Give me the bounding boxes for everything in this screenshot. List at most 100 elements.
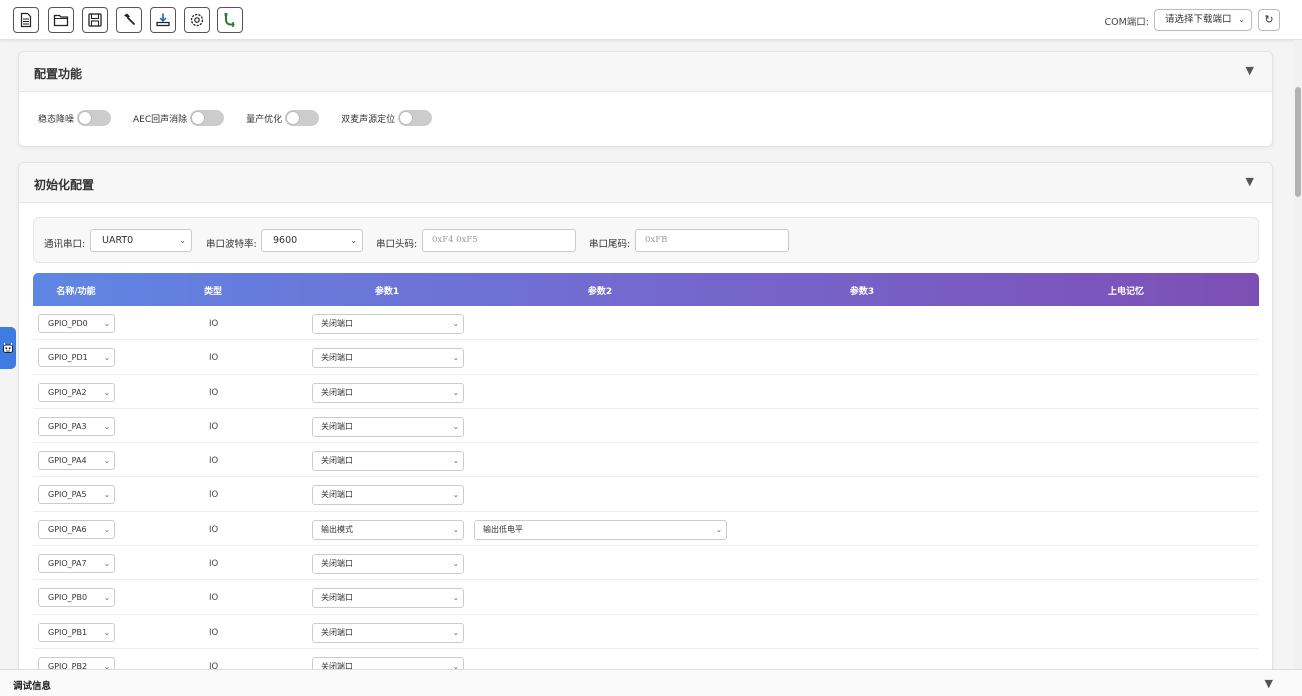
param1-select[interactable]: 关闭端口 ⌄ bbox=[312, 416, 464, 437]
param2-value: 输出低电平 bbox=[483, 524, 523, 534]
chevron-down-icon: ⌄ bbox=[350, 236, 357, 245]
toggle-switch[interactable] bbox=[77, 110, 112, 126]
gpio-name-select[interactable]: GPIO_PA6 ⌄ bbox=[38, 519, 115, 539]
new-file-button[interactable] bbox=[13, 7, 39, 33]
serial-settings: 通讯串口: UART0 ⌄ 串口波特率: 9600 ⌄ 串口头码: 0xF4 0… bbox=[33, 217, 1259, 263]
toggle-aec: AEC回声消除 bbox=[133, 110, 225, 126]
gpio-type: IO bbox=[209, 456, 219, 467]
chevron-down-icon: ⌄ bbox=[103, 490, 110, 500]
param1-select[interactable]: 关闭端口 ⌄ bbox=[312, 451, 464, 472]
gpio-name-select[interactable]: GPIO_PD0 ⌄ bbox=[38, 314, 115, 333]
open-folder-button[interactable] bbox=[48, 7, 74, 33]
save-button[interactable] bbox=[82, 7, 108, 33]
toggle-switch[interactable] bbox=[190, 110, 225, 126]
toggle-knob bbox=[191, 111, 206, 125]
config-panel: 配置功能 ▼ 稳态降噪 AEC回声消除 量产优化 双麦声源定位 bbox=[18, 51, 1273, 147]
toggle-label: 双麦声源定位 bbox=[341, 114, 396, 125]
tail-code-input[interactable]: 0xFB bbox=[635, 229, 789, 252]
gpio-name-select[interactable]: GPIO_PA4 ⌄ bbox=[38, 451, 115, 471]
settings-button[interactable] bbox=[184, 7, 210, 33]
chevron-down-icon: ⌄ bbox=[103, 387, 110, 397]
download-icon bbox=[156, 13, 170, 27]
build-button[interactable] bbox=[116, 7, 142, 33]
toggle-switch[interactable] bbox=[285, 110, 320, 126]
gpio-name-select[interactable]: GPIO_PA2 ⌄ bbox=[38, 382, 115, 402]
table-row: GPIO_PA3 ⌄ IO 关闭端口 ⌄ bbox=[33, 408, 1259, 444]
debug-button[interactable] bbox=[217, 7, 243, 33]
gpio-name-value: GPIO_PD1 bbox=[48, 353, 88, 363]
table-row: GPIO_PB0 ⌄ IO 关闭端口 ⌄ bbox=[33, 580, 1259, 615]
collapse-arrow-icon[interactable]: ▼ bbox=[1246, 175, 1254, 188]
chevron-down-icon: ⌄ bbox=[1238, 15, 1245, 24]
param1-select[interactable]: 输出模式 ⌄ bbox=[312, 519, 464, 540]
toggle-label: 稳态降噪 bbox=[38, 114, 75, 125]
column-header: 类型 bbox=[203, 287, 223, 297]
gpio-name-value: GPIO_PB1 bbox=[48, 627, 88, 637]
com-port-select[interactable]: 请选择下载端口 ⌄ bbox=[1154, 9, 1252, 31]
gpio-name-select[interactable]: GPIO_PD1 ⌄ bbox=[38, 348, 115, 368]
chevron-down-icon: ⌄ bbox=[103, 353, 110, 363]
gpio-type: IO bbox=[209, 593, 219, 604]
folder-icon bbox=[53, 14, 69, 27]
chevron-down-icon: ⌄ bbox=[452, 387, 459, 397]
gear-icon bbox=[190, 13, 204, 27]
param1-select[interactable]: 关闭端口 ⌄ bbox=[312, 485, 464, 506]
toggle-mass-production: 量产优化 bbox=[246, 110, 320, 126]
gpio-name-value: GPIO_PA5 bbox=[48, 490, 87, 500]
gpio-type: IO bbox=[209, 524, 219, 535]
gpio-name-select[interactable]: GPIO_PB0 ⌄ bbox=[38, 588, 115, 608]
chevron-down-icon: ⌄ bbox=[103, 456, 110, 466]
param1-value: 关闭端口 bbox=[321, 421, 353, 431]
tail-code-placeholder: 0xFB bbox=[645, 235, 668, 245]
table-row: GPIO_PD0 ⌄ IO 关闭端口 ⌄ bbox=[33, 306, 1259, 341]
baud-rate-value: 9600 bbox=[273, 235, 298, 246]
chevron-down-icon: ⌄ bbox=[452, 421, 459, 431]
column-header: 参数1 bbox=[374, 287, 400, 297]
gpio-name-value: GPIO_PD0 bbox=[48, 319, 88, 328]
gpio-name-select[interactable]: GPIO_PA7 ⌄ bbox=[38, 554, 115, 574]
head-code-input[interactable]: 0xF4 0xF5 bbox=[422, 229, 576, 252]
gpio-type: IO bbox=[209, 421, 219, 432]
baud-rate-select[interactable]: 9600 ⌄ bbox=[261, 229, 363, 252]
side-assistant-tab[interactable] bbox=[0, 327, 16, 369]
expand-arrow-icon[interactable]: ▼ bbox=[1265, 677, 1273, 690]
toolbar: COM端口: 请选择下载端口 ⌄ ↻ bbox=[0, 0, 1302, 40]
refresh-button[interactable]: ↻ bbox=[1258, 9, 1280, 31]
serial-port-label: 通讯串口: bbox=[44, 239, 86, 250]
serial-port-value: UART0 bbox=[102, 235, 134, 246]
scrollbar-track[interactable] bbox=[1294, 40, 1302, 670]
param1-select[interactable]: 关闭端口 ⌄ bbox=[312, 314, 464, 334]
chevron-down-icon: ⌄ bbox=[103, 421, 110, 431]
param1-select[interactable]: 关闭端口 ⌄ bbox=[312, 554, 464, 575]
chevron-down-icon: ⌄ bbox=[103, 627, 110, 637]
chevron-down-icon: ⌄ bbox=[103, 524, 110, 534]
gpio-type: IO bbox=[209, 387, 219, 398]
param1-select[interactable]: 关闭端口 ⌄ bbox=[312, 622, 464, 643]
gpio-name-select[interactable]: GPIO_PA5 ⌄ bbox=[38, 485, 115, 505]
debug-info-bar[interactable]: 调试信息 ▼ bbox=[0, 669, 1302, 696]
toggle-noise-reduction: 稳态降噪 bbox=[38, 110, 112, 126]
param1-select[interactable]: 关闭端口 ⌄ bbox=[312, 348, 464, 369]
param1-select[interactable]: 关闭端口 ⌄ bbox=[312, 382, 464, 403]
toggle-switch[interactable] bbox=[398, 110, 433, 126]
param2-select[interactable]: 输出低电平 ⌄ bbox=[474, 519, 727, 540]
serial-port-select[interactable]: UART0 ⌄ bbox=[90, 229, 192, 252]
gpio-name-select[interactable]: GPIO_PA3 ⌄ bbox=[38, 416, 115, 436]
param1-select[interactable]: 关闭端口 ⌄ bbox=[312, 588, 464, 609]
gpio-type: IO bbox=[209, 353, 219, 364]
param1-value: 关闭端口 bbox=[321, 456, 353, 466]
gpio-name-select[interactable]: GPIO_PB1 ⌄ bbox=[38, 622, 115, 642]
column-header: 参数2 bbox=[587, 287, 613, 297]
column-header: 上电记忆 bbox=[1107, 287, 1145, 297]
toggle-dual-mic: 双麦声源定位 bbox=[341, 110, 433, 126]
config-panel-title: 配置功能 bbox=[34, 67, 83, 81]
scrollbar-thumb[interactable] bbox=[1295, 87, 1301, 197]
download-button[interactable] bbox=[150, 7, 176, 33]
chevron-down-icon: ⌄ bbox=[452, 627, 459, 637]
init-panel-header[interactable]: 初始化配置 ▼ bbox=[19, 163, 1272, 203]
chevron-down-icon: ⌄ bbox=[452, 559, 459, 569]
collapse-arrow-icon[interactable]: ▼ bbox=[1246, 64, 1254, 77]
table-row: GPIO_PA6 ⌄ IO 输出模式 ⌄ 输出低电平 ⌄ bbox=[33, 511, 1259, 547]
chevron-down-icon: ⌄ bbox=[452, 456, 459, 466]
config-panel-header[interactable]: 配置功能 ▼ bbox=[19, 52, 1272, 92]
